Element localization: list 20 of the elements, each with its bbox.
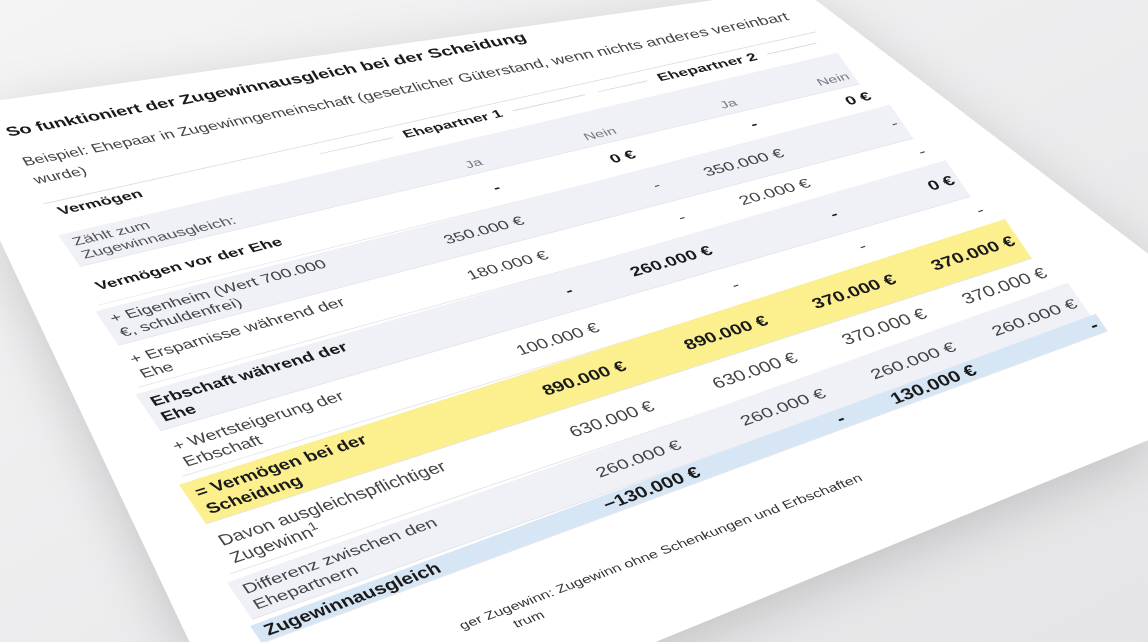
amount: 0 € [605, 146, 640, 167]
amount: - [648, 177, 665, 193]
column-header: Nein [579, 123, 620, 144]
column-header: Ja [715, 95, 741, 112]
column-header: Ja [460, 155, 486, 172]
amount: - [726, 275, 744, 294]
amount: - [853, 237, 871, 255]
amount: - [832, 409, 850, 428]
amount: - [971, 201, 989, 219]
column-header: Nein [812, 69, 853, 90]
amount: 0 € [923, 171, 959, 195]
amount: - [673, 209, 690, 226]
amount: - [825, 205, 842, 223]
amount: - [746, 116, 762, 132]
amount: - [560, 282, 578, 300]
amount: 0 € [841, 88, 875, 109]
amount: - [913, 143, 930, 160]
amount: - [886, 115, 902, 132]
amount: - [489, 180, 505, 196]
amount: - [1085, 315, 1103, 335]
